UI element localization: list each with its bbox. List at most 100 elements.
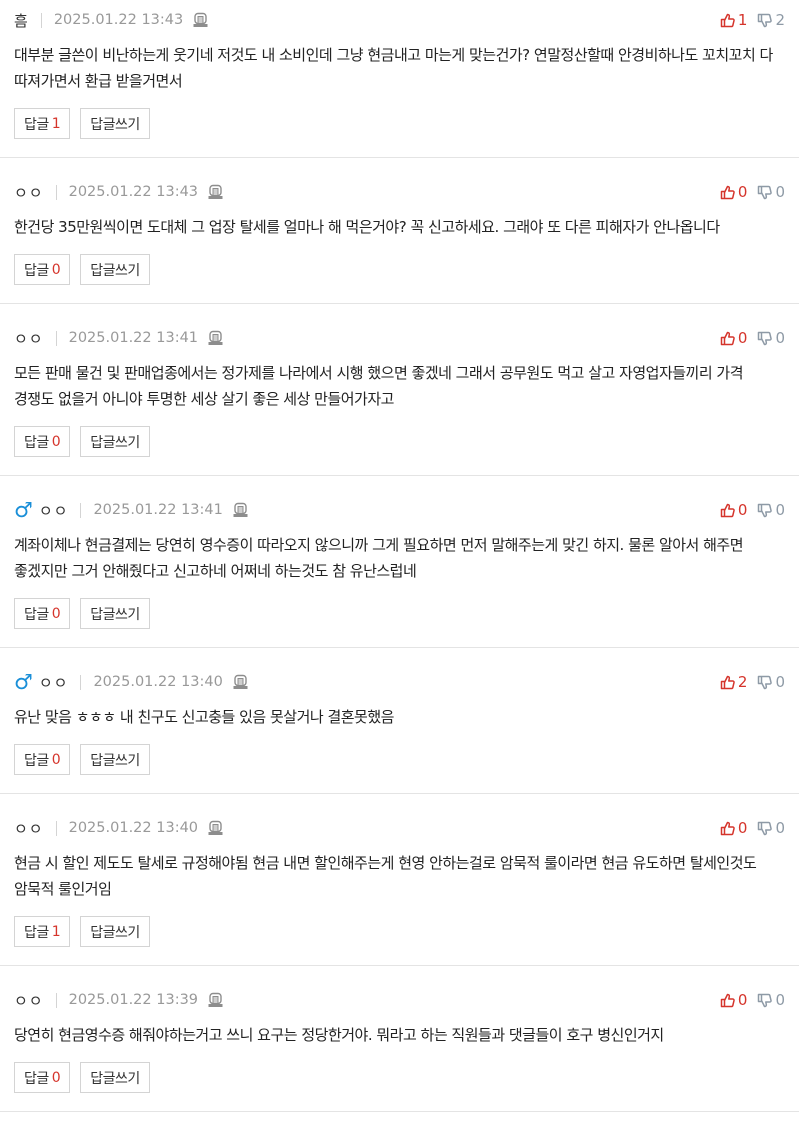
upvote-button[interactable]: 1 [720,11,748,29]
comment-author: ㅇㅇ [14,183,44,202]
reply-label: 답글 [24,606,49,623]
write-reply-button[interactable]: 답글쓰기 [80,744,150,775]
comment-text: 한건당 35만원씩이면 도대체 그 업장 탈세를 얼마나 해 먹은거야? 꼭 신… [14,218,720,236]
downvote-count: 0 [775,183,785,201]
upvote-count: 1 [737,11,748,29]
vote-area: 1 2 [720,10,785,30]
thumbs-up-icon [720,185,735,199]
comment-meta: ㅇㅇ 2025.01.22 13:43 [14,182,785,202]
thumbs-down-icon [758,993,773,1007]
downvote-count: 0 [775,329,785,347]
reply-count: 1 [51,923,61,940]
write-reply-button[interactable]: 답글쓰기 [80,598,150,629]
thumbs-up-icon [720,821,735,835]
downvote-button[interactable]: 0 [757,501,785,519]
comment-meta: ㅇㅇ 2025.01.22 13:40 [14,818,785,838]
thumbs-up-icon [720,503,735,517]
comment-date: 2025.01.22 13:40 [93,674,223,690]
comment-actions: 답글 1 답글쓰기 [14,916,785,947]
upvote-button[interactable]: 0 [720,819,747,837]
meta-divider [80,674,82,690]
comment-author: ㅇㅇ [14,819,44,838]
upvote-count: 0 [737,329,748,347]
comment-item: ♂ ㅇㅇ 2025.01.22 13:40 2 0 유난 맞음 ㅎㅎㅎ 내 친구… [0,648,799,794]
comment-meta: ♂ ㅇㅇ 2025.01.22 13:40 [14,672,785,693]
downvote-button[interactable]: 2 [757,11,785,29]
comment-text: 모든 판매 물건 및 판매업종에서는 정가제를 나라에서 시행 했으면 좋겠네 … [14,364,744,408]
thumbs-up-icon [720,993,735,1007]
comment-item: ㅇㅇ 2025.01.22 13:39 0 0 당연히 현금영수증 해줘야하는거… [0,966,799,1112]
ip-lock-icon [233,502,248,518]
downvote-count: 2 [775,11,785,29]
upvote-button[interactable]: 2 [720,673,748,691]
write-reply-button[interactable]: 답글쓰기 [80,254,150,285]
meta-divider [55,184,57,200]
reply-count-button[interactable]: 답글 0 [14,1062,71,1093]
upvote-button[interactable]: 0 [720,329,748,347]
comment-list: 흠 2025.01.22 13:43 1 2 대부분 글쓴이 비난하는게 웃기네… [0,0,799,1112]
reply-label: 답글 [24,116,49,133]
upvote-count: 2 [737,673,748,691]
thumbs-up-icon [720,331,735,345]
downvote-count: 0 [775,501,785,519]
comment-actions: 답글 1 답글쓰기 [14,108,785,139]
upvote-button[interactable]: 0 [720,183,748,201]
comment-meta: ♂ ㅇㅇ 2025.01.22 13:41 [14,500,785,521]
ip-lock-icon [208,330,223,346]
upvote-count: 0 [737,991,748,1009]
comment-actions: 답글 0 답글쓰기 [14,598,785,629]
write-reply-button[interactable]: 답글쓰기 [80,426,150,457]
upvote-button[interactable]: 0 [720,991,748,1009]
upvote-count: 0 [737,183,748,201]
thumbs-down-icon [758,13,773,27]
reply-count: 1 [51,115,61,132]
reply-count-button[interactable]: 답글 1 [14,108,71,139]
comment-meta: ㅇㅇ 2025.01.22 13:41 [14,328,785,348]
meta-divider [80,502,82,518]
write-reply-button[interactable]: 답글쓰기 [80,916,150,947]
comment-date: 2025.01.22 13:43 [53,12,184,28]
downvote-button[interactable]: 0 [757,991,785,1009]
comment-actions: 답글 0 답글쓰기 [14,744,785,775]
vote-area: 0 0 [720,328,785,348]
downvote-count: 0 [775,991,785,1009]
write-reply-button[interactable]: 답글쓰기 [80,108,150,139]
comment-meta: ㅇㅇ 2025.01.22 13:39 [14,990,785,1010]
downvote-count: 0 [775,819,785,837]
vote-area: 0 0 [720,990,785,1010]
comment-item: ㅇㅇ 2025.01.22 13:43 0 0 한건당 35만원씩이면 도대체 … [0,158,799,304]
vote-area: 0 0 [720,818,785,838]
reply-count: 0 [51,605,61,622]
comment-author: 흠 [14,11,29,30]
reply-count-button[interactable]: 답글 0 [14,744,71,775]
reply-count-button[interactable]: 답글 0 [14,598,71,629]
comment-item: ㅇㅇ 2025.01.22 13:40 0 0 현금 시 할인 제도도 탈세로 … [0,794,799,966]
reply-count-button[interactable]: 답글 0 [14,254,71,285]
upvote-button[interactable]: 0 [720,501,748,519]
comment-date: 2025.01.22 13:41 [68,330,199,346]
downvote-button[interactable]: 0 [757,673,785,691]
thumbs-down-icon [758,331,773,345]
downvote-button[interactable]: 0 [757,329,785,347]
reply-count: 0 [51,433,61,450]
thumbs-down-icon [758,821,773,835]
downvote-button[interactable]: 0 [757,183,785,201]
reply-label: 답글 [24,262,49,279]
comment-text: 현금 시 할인 제도도 탈세로 규정해야됨 현금 내면 할인해주는게 현영 안하… [14,854,757,898]
comment-item: ㅇㅇ 2025.01.22 13:41 0 0 모든 판매 물건 및 판매업종에… [0,304,799,476]
comment-actions: 답글 0 답글쓰기 [14,254,785,285]
ip-lock-icon [208,820,223,836]
downvote-count: 0 [775,673,785,691]
reply-count-button[interactable]: 답글 1 [14,916,71,947]
downvote-button[interactable]: 0 [757,819,785,837]
vote-area: 0 0 [720,182,785,202]
write-reply-button[interactable]: 답글쓰기 [80,1062,150,1093]
ip-lock-icon [193,12,208,28]
comment-item: ♂ ㅇㅇ 2025.01.22 13:41 0 0 계좌이체나 현금결제는 당연… [0,476,799,648]
comment-author: ㅇㅇ [38,501,69,520]
upvote-count: 0 [737,501,748,519]
comment-author: ㅇㅇ [14,329,44,348]
reply-count-button[interactable]: 답글 0 [14,426,71,457]
reply-count: 0 [51,751,61,768]
vote-area: 2 0 [720,672,785,692]
